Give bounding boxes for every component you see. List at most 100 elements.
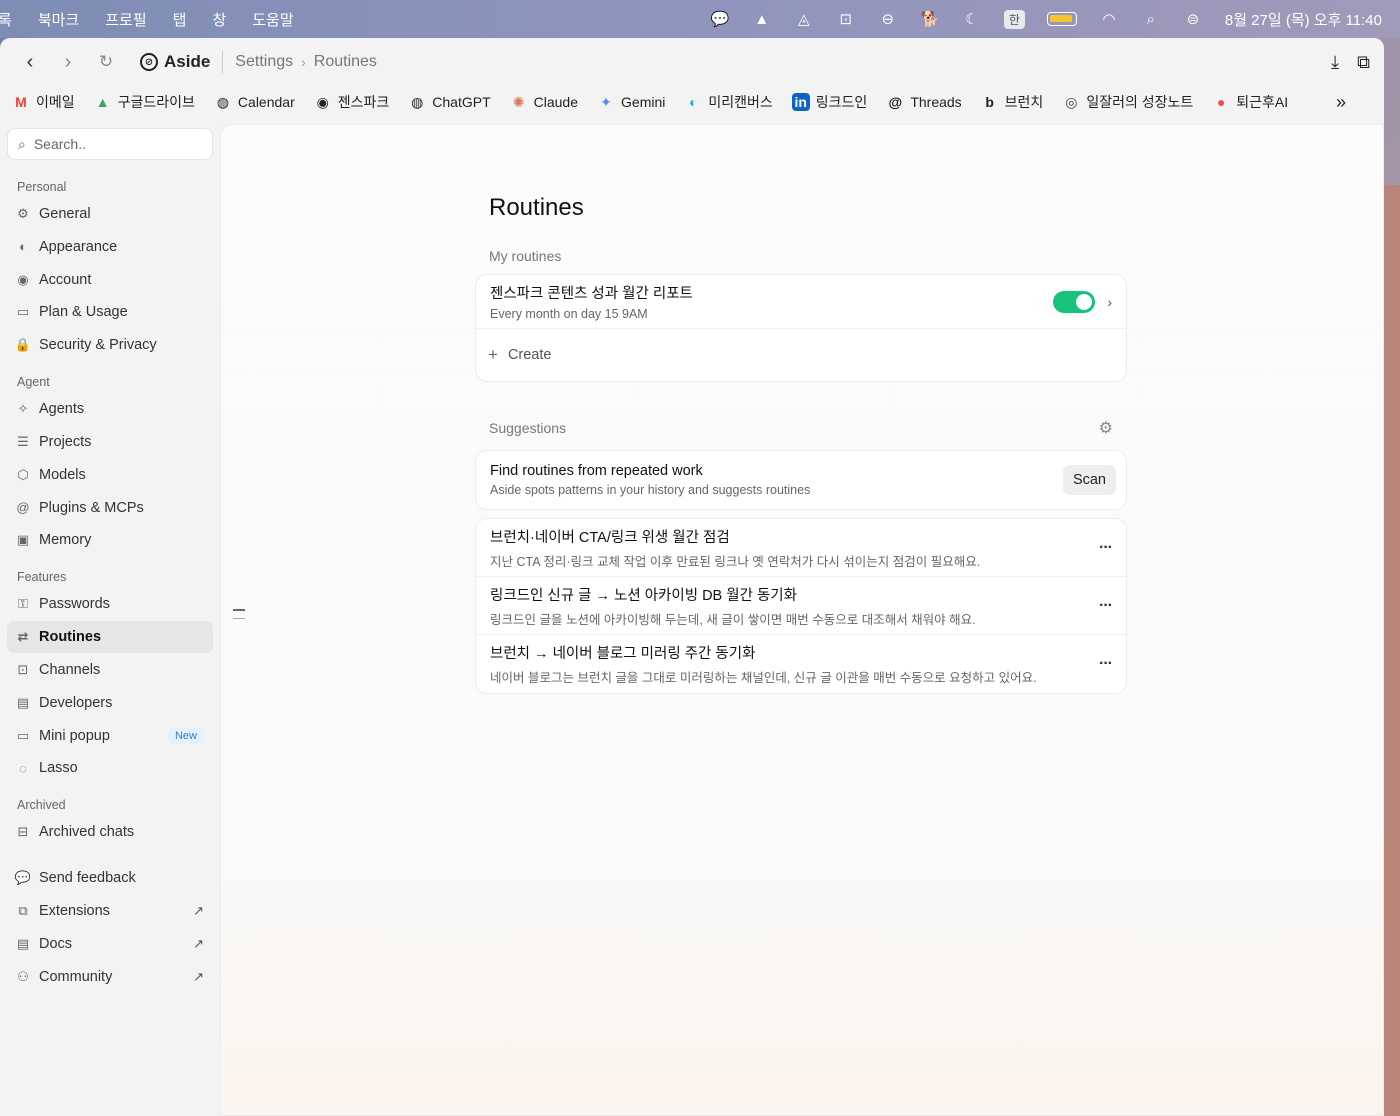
suggestion-title: 브런치·네이버 CTA/링크 위생 월간 점검 xyxy=(490,529,730,546)
sidebar-item-routines[interactable]: ⇄ Routines xyxy=(7,621,213,654)
sidebar-item-passwords[interactable]: ⚿ Passwords xyxy=(7,588,213,620)
bookmark-item[interactable]: M 이메일 xyxy=(12,92,74,112)
control-center-icon[interactable]: ⊜ xyxy=(1183,10,1203,28)
new-badge: New xyxy=(167,727,204,744)
bookmark-item[interactable]: ● 퇴근후AI xyxy=(1212,92,1288,112)
sidebar-item-send-feedback[interactable]: 💬 Send feedback xyxy=(7,862,213,894)
reload-button[interactable]: ↻ xyxy=(90,46,122,78)
bookmark-item[interactable]: ▲ 구글드라이브 xyxy=(94,92,195,112)
sidebar-item-plan-usage[interactable]: ▭ Plan & Usage xyxy=(7,296,213,328)
chip-icon: ▣ xyxy=(16,532,30,548)
note-icon: ◎ xyxy=(1065,93,1078,110)
sidebar-item-archived-chats[interactable]: ⊟ Archived chats xyxy=(7,816,213,848)
sidebar-item-label: Developers xyxy=(39,694,113,711)
sidebar-item-agents[interactable]: ✧ Agents xyxy=(7,393,213,425)
routine-title: 젠스파크 콘텐츠 성과 월간 리포트 xyxy=(490,286,693,302)
aside-logo-icon: ⊘ xyxy=(140,53,158,71)
external-link-icon: ↗ xyxy=(193,903,204,919)
sidebar-item-lasso[interactable]: ◌ Lasso xyxy=(7,752,213,784)
sidebar-item-mini-popup[interactable]: ▭ Mini popup New xyxy=(7,720,213,752)
sidebar-item-community[interactable]: ⚇ Community ↗ xyxy=(7,961,213,993)
sidebar-item-memory[interactable]: ▣ Memory xyxy=(7,524,213,556)
suggestion-row[interactable]: 브런치 → 네이버 블로그 미러링 주간 동기화 네이버 블로그는 브런치 글을 … xyxy=(476,635,1126,693)
sidebar-item-security-privacy[interactable]: 🔒 Security & Privacy xyxy=(7,329,213,361)
circle-status-icon[interactable]: ⊖ xyxy=(878,10,898,28)
sidebar-section-title: Personal xyxy=(17,180,67,194)
stack-icon: ☰ xyxy=(17,433,29,449)
moon-icon[interactable]: ☾ xyxy=(962,10,982,28)
back-button[interactable]: ‹ xyxy=(14,46,46,78)
drive-status-icon[interactable]: ◬ xyxy=(794,10,814,28)
a-status-icon[interactable]: ▲ xyxy=(752,10,772,28)
sidebar-item-projects[interactable]: ☰ Projects xyxy=(7,426,213,458)
chat-status-icon[interactable]: 💬 xyxy=(710,10,730,28)
sidebar-item-channels[interactable]: ⊡ Channels xyxy=(7,654,213,686)
linkedin-icon: in xyxy=(791,93,810,111)
scan-button[interactable]: Scan xyxy=(1062,465,1116,495)
download-icon[interactable]: ⤓ xyxy=(1331,52,1339,73)
menubar-item[interactable]: 프로필 xyxy=(105,9,146,30)
miricanvas-icon: ◐ xyxy=(689,94,698,110)
more-options-icon[interactable]: ··· xyxy=(1099,655,1113,673)
sidebar-item-account[interactable]: ◉ Account xyxy=(7,264,213,296)
browser-toolbar: ‹ › ↻ ⊘ Aside Settings › Routines ⤓ ⧉ xyxy=(0,38,1384,86)
bookmark-item[interactable]: ◐ 미리캔버스 xyxy=(684,92,773,112)
extensions-puzzle-icon[interactable]: ⧉ xyxy=(1357,52,1370,73)
menubar-datetime[interactable]: 8월 27일 (목) 오후 11:40 xyxy=(1225,9,1382,30)
bookmark-item[interactable]: ◉ 젠스파크 xyxy=(314,92,390,112)
sidebar-item-appearance[interactable]: ◐ Appearance xyxy=(7,231,213,263)
breadcrumb-settings[interactable]: Settings xyxy=(235,53,293,71)
bookmark-item[interactable]: ◎ 일잘러의 성장노트 xyxy=(1062,92,1193,112)
routine-enabled-toggle[interactable] xyxy=(1053,290,1096,313)
threads-icon: @ xyxy=(888,94,903,110)
sidebar-toggle-handle[interactable] xyxy=(233,609,245,619)
sidebar-item-label: Memory xyxy=(39,532,92,549)
find-subtitle: Aside spots patterns in your history and… xyxy=(490,483,811,497)
suggestion-row[interactable]: 링크드인 신규 글 → 노션 아카이빙 DB 월간 동기화 링크드인 글을 노션에… xyxy=(476,577,1126,635)
sidebar-item-label: Account xyxy=(39,271,92,288)
gear-icon[interactable]: ⚙ xyxy=(1099,418,1113,438)
bookmark-item[interactable]: b 브런치 xyxy=(981,92,1043,112)
sidebar-item-docs[interactable]: ▤ Docs ↗ xyxy=(7,928,213,960)
appearance-icon: ◐ xyxy=(19,239,27,255)
routine-row[interactable]: 젠스파크 콘텐츠 성과 월간 리포트 Every month on day 15… xyxy=(476,275,1126,329)
more-bookmarks-icon[interactable]: » xyxy=(1336,92,1346,113)
menubar-item[interactable]: 북마크 xyxy=(38,9,79,30)
apple-icon: ● xyxy=(1217,94,1226,110)
lasso-icon: ◌ xyxy=(19,760,27,776)
bookmark-item[interactable]: in 링크드인 xyxy=(791,92,867,112)
animal-status-icon[interactable]: 🐕 xyxy=(920,10,940,28)
more-options-icon[interactable]: ··· xyxy=(1099,597,1113,615)
battery-icon[interactable] xyxy=(1046,12,1077,26)
bookmark-item[interactable]: ✺ Claude xyxy=(510,93,578,111)
sidebar-item-plugins-mcps[interactable]: @ Plugins & MCPs xyxy=(7,492,213,524)
bookmark-item[interactable]: ◍ Calendar xyxy=(214,93,295,111)
archive-icon: ⊟ xyxy=(17,824,29,840)
menubar-item[interactable]: 탭 xyxy=(173,9,187,30)
code-icon: ▤ xyxy=(16,694,30,710)
sidebar-item-extensions[interactable]: ⧉ Extensions ↗ xyxy=(7,895,213,927)
sidebar-item-general[interactable]: ⚙ General xyxy=(7,198,213,230)
bookmark-item[interactable]: @ Threads xyxy=(886,93,961,111)
bookmark-item[interactable]: ✦ Gemini xyxy=(597,93,665,111)
channels-icon: ⊡ xyxy=(17,661,29,677)
input-method-indicator[interactable]: 한 xyxy=(1003,9,1025,29)
more-options-icon[interactable]: ··· xyxy=(1099,539,1113,557)
popup-icon: ▭ xyxy=(16,727,30,743)
sidebar-item-developers[interactable]: ▤ Developers xyxy=(7,687,213,719)
search-input[interactable]: ⌕ Search.. xyxy=(7,128,213,160)
screenshot-status-icon[interactable]: ⊡ xyxy=(836,10,856,28)
menubar-item[interactable]: 록 xyxy=(0,9,12,30)
forward-button[interactable]: › xyxy=(52,46,84,78)
suggestion-row[interactable]: 브런치·네이버 CTA/링크 위생 월간 점검 지난 CTA 정리·링크 교체 작… xyxy=(476,519,1126,577)
chevron-right-icon[interactable]: › xyxy=(1107,294,1112,310)
menubar-item[interactable]: 도움말 xyxy=(252,9,293,30)
menubar-item[interactable]: 창 xyxy=(212,9,226,30)
wifi-icon[interactable]: ◠ xyxy=(1099,10,1119,28)
sidebar-item-models[interactable]: ⬡ Models xyxy=(7,459,213,491)
create-routine-button[interactable]: + Create xyxy=(476,329,1126,381)
spotlight-search-icon[interactable]: ⌕ xyxy=(1141,10,1161,28)
page-title: Routines xyxy=(489,194,584,221)
bookmark-item[interactable]: ◍ ChatGPT xyxy=(408,93,490,111)
address-bar[interactable]: ⊘ Aside Settings › Routines xyxy=(140,51,377,73)
